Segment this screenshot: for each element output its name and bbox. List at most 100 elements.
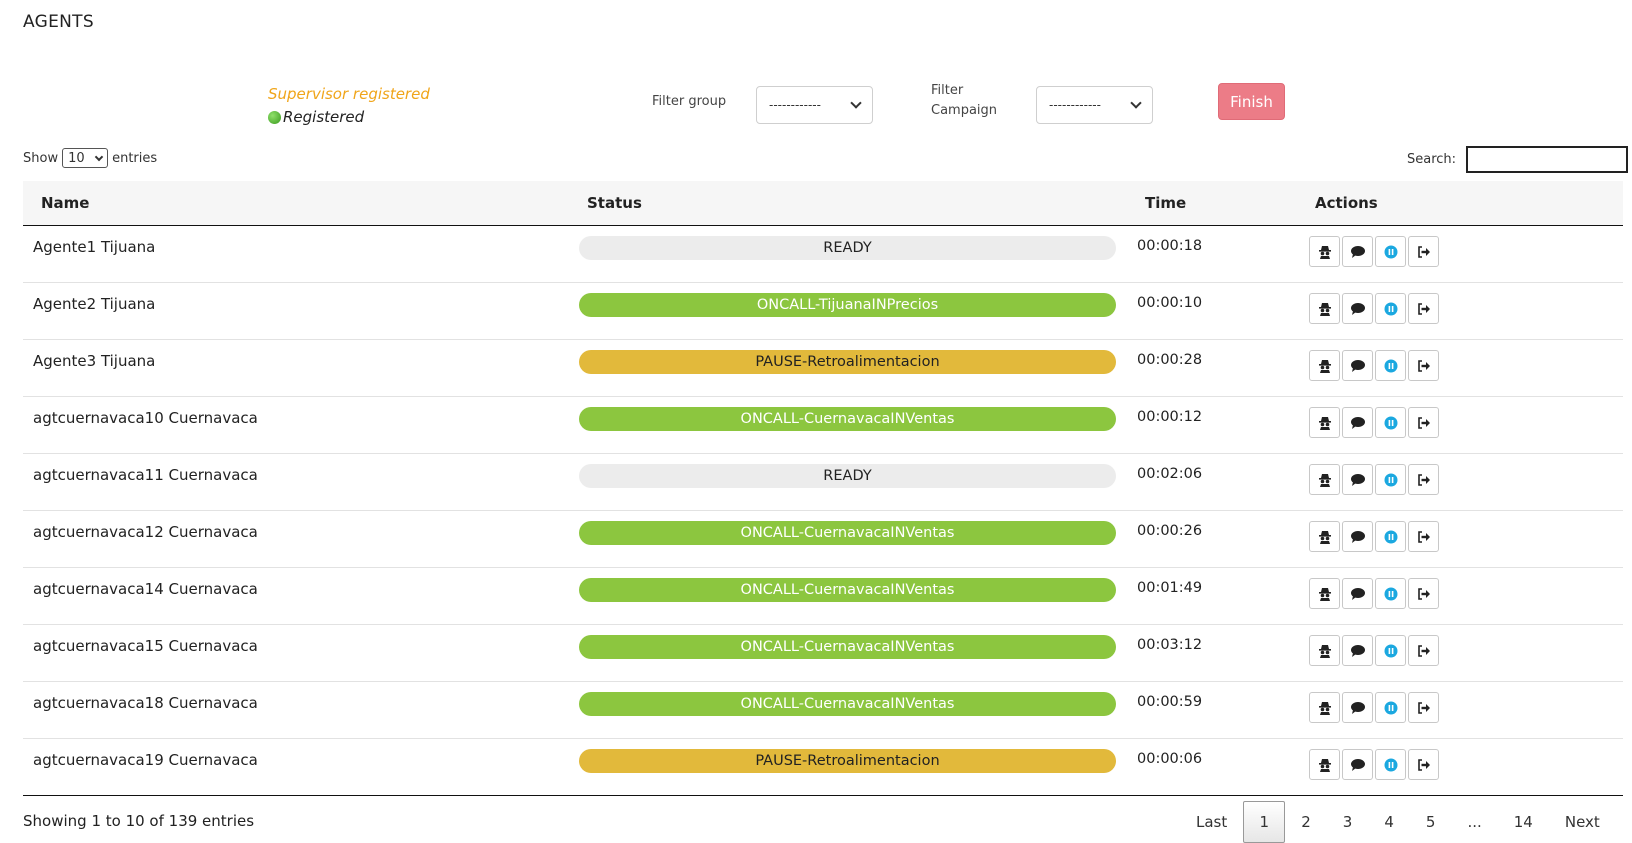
pause-button[interactable]: [1375, 293, 1406, 324]
spy-button[interactable]: [1309, 635, 1340, 666]
agent-time: 00:00:06: [1137, 751, 1203, 767]
page-link-last[interactable]: Last: [1180, 801, 1243, 843]
table-row: Agente2 Tijuana ONCALL-TijuanaINPrecios 00…: [23, 283, 1623, 340]
pause-button[interactable]: [1375, 692, 1406, 723]
pause-icon: [1384, 245, 1398, 259]
agent-time: 00:00:12: [1137, 409, 1203, 425]
row-actions: [1309, 350, 1439, 381]
header-status[interactable]: Status: [587, 194, 642, 212]
finish-button[interactable]: Finish: [1218, 83, 1285, 120]
pause-icon: [1384, 587, 1398, 601]
page-link-2[interactable]: 2: [1285, 801, 1327, 843]
spy-icon: [1318, 701, 1332, 715]
logout-icon: [1417, 302, 1431, 316]
header-name[interactable]: Name: [41, 194, 89, 212]
pause-button[interactable]: [1375, 749, 1406, 780]
spy-button[interactable]: [1309, 692, 1340, 723]
page-link-14[interactable]: 14: [1498, 801, 1549, 843]
chat-button[interactable]: [1342, 236, 1373, 267]
status-badge: READY: [579, 236, 1116, 260]
logout-button[interactable]: [1408, 350, 1439, 381]
pause-button[interactable]: [1375, 578, 1406, 609]
row-actions: [1309, 692, 1439, 723]
chat-button[interactable]: [1342, 407, 1373, 438]
filter-group-select[interactable]: ------------: [756, 86, 873, 124]
spy-button[interactable]: [1309, 521, 1340, 552]
agent-time: 00:00:10: [1137, 295, 1203, 311]
agent-time: 00:00:59: [1137, 694, 1203, 710]
logout-icon: [1417, 245, 1431, 259]
logout-icon: [1417, 587, 1431, 601]
logout-icon: [1417, 416, 1431, 430]
agent-name: Agente1 Tijuana: [33, 238, 156, 256]
status-badge: ONCALL-CuernavacaINVentas: [579, 407, 1116, 431]
chat-button[interactable]: [1342, 521, 1373, 552]
chat-button[interactable]: [1342, 293, 1373, 324]
logout-button[interactable]: [1408, 749, 1439, 780]
spy-icon: [1318, 302, 1332, 316]
logout-button[interactable]: [1408, 293, 1439, 324]
agent-name: agtcuernavaca15 Cuernavaca: [33, 637, 258, 655]
page-link-3[interactable]: 3: [1327, 801, 1369, 843]
filter-campaign-select[interactable]: ------------: [1036, 86, 1153, 124]
page-link-5[interactable]: 5: [1410, 801, 1452, 843]
logout-button[interactable]: [1408, 407, 1439, 438]
logout-button[interactable]: [1408, 464, 1439, 495]
agent-time: 00:01:49: [1137, 580, 1203, 596]
pause-button[interactable]: [1375, 521, 1406, 552]
spy-button[interactable]: [1309, 749, 1340, 780]
spy-button[interactable]: [1309, 236, 1340, 267]
chat-button[interactable]: [1342, 692, 1373, 723]
logout-button[interactable]: [1408, 236, 1439, 267]
spy-button[interactable]: [1309, 407, 1340, 438]
chat-button[interactable]: [1342, 635, 1373, 666]
table-row: agtcuernavaca19 Cuernavaca PAUSE-Retroali…: [23, 739, 1623, 796]
pause-button[interactable]: [1375, 464, 1406, 495]
pause-button[interactable]: [1375, 407, 1406, 438]
table-row: agtcuernavaca11 Cuernavaca READY 00:02:06: [23, 454, 1623, 511]
agent-time: 00:03:12: [1137, 637, 1203, 653]
spy-icon: [1318, 359, 1332, 373]
page-length-select[interactable]: 10: [62, 148, 109, 168]
chat-icon: [1350, 416, 1366, 430]
chat-button[interactable]: [1342, 749, 1373, 780]
row-actions: [1309, 635, 1439, 666]
header-actions: Actions: [1315, 194, 1378, 212]
page-link-1[interactable]: 1: [1243, 801, 1286, 843]
page-link-next[interactable]: Next: [1549, 801, 1616, 843]
page-link-4[interactable]: 4: [1368, 801, 1410, 843]
filter-campaign-value: ------------: [1049, 98, 1101, 112]
search-control: Search:: [1407, 146, 1629, 173]
search-input[interactable]: [1466, 146, 1629, 173]
spy-button[interactable]: [1309, 350, 1340, 381]
logout-button[interactable]: [1408, 692, 1439, 723]
supervisor-label: Supervisor registered: [268, 85, 430, 103]
logout-button[interactable]: [1408, 521, 1439, 552]
chat-button[interactable]: [1342, 578, 1373, 609]
row-actions: [1309, 578, 1439, 609]
pause-button[interactable]: [1375, 350, 1406, 381]
spy-button[interactable]: [1309, 293, 1340, 324]
filter-group-value: ------------: [769, 98, 821, 112]
chevron-down-icon: [94, 152, 104, 161]
pause-icon: [1384, 644, 1398, 658]
page-length-control: Show 10 entries: [23, 148, 157, 168]
logout-button[interactable]: [1408, 635, 1439, 666]
logout-button[interactable]: [1408, 578, 1439, 609]
row-actions: [1309, 521, 1439, 552]
row-actions: [1309, 749, 1439, 780]
header-time[interactable]: Time: [1145, 194, 1186, 212]
chat-button[interactable]: [1342, 464, 1373, 495]
agent-time: 00:00:26: [1137, 523, 1203, 539]
spy-button[interactable]: [1309, 464, 1340, 495]
pause-button[interactable]: [1375, 635, 1406, 666]
chat-button[interactable]: [1342, 350, 1373, 381]
table-row: agtcuernavaca14 Cuernavaca ONCALL-Cuernav…: [23, 568, 1623, 625]
spy-button[interactable]: [1309, 578, 1340, 609]
status-badge: READY: [579, 464, 1116, 488]
logout-icon: [1417, 701, 1431, 715]
agent-name: agtcuernavaca10 Cuernavaca: [33, 409, 258, 427]
pause-button[interactable]: [1375, 236, 1406, 267]
agent-name: agtcuernavaca11 Cuernavaca: [33, 466, 258, 484]
agent-time: 00:00:28: [1137, 352, 1203, 368]
